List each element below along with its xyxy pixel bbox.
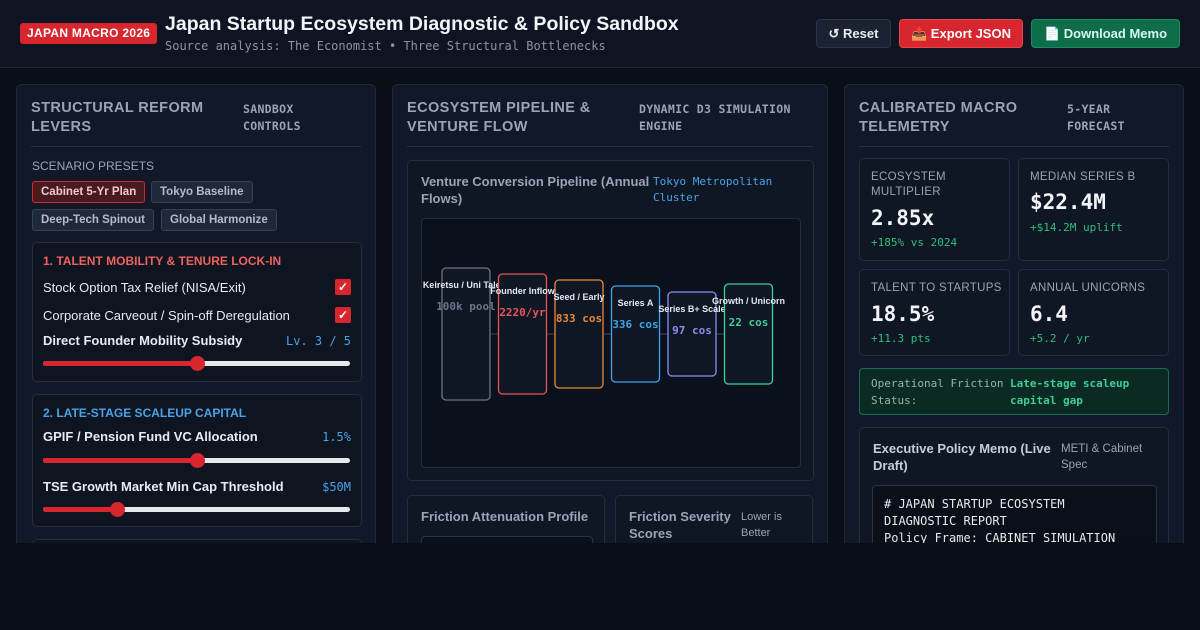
memo-tag: METI & Cabinet Spec (1061, 443, 1143, 471)
pipeline-tag: Tokyo Metropolitan Cluster (653, 175, 773, 204)
presets-label: SCENARIO PRESETS (32, 159, 155, 173)
gpif-label: GPIF / Pension Fund VC Allocation (43, 429, 258, 444)
pipeline-stage-value: 336 cos (612, 318, 658, 331)
metric-label: MEDIAN SERIES B (1030, 171, 1136, 183)
metric-delta: +11.3 pts (871, 332, 931, 345)
metric-value: 18.5% (871, 302, 935, 326)
tse-label: TSE Growth Market Min Cap Threshold (43, 479, 284, 494)
reform-levers-panel: STRUCTURAL REFORM LEVERS SANDBOX CONTROL… (16, 84, 376, 554)
metric-delta: +5.2 / yr (1030, 332, 1090, 345)
panel-tag: SANDBOX CONTROLS (243, 102, 301, 133)
metric-median-series-b: MEDIAN SERIES B $22.4M +$14.2M uplift (1018, 158, 1169, 261)
panel-title: CALIBRATED MACRO TELEMETRY (859, 100, 1018, 135)
pipeline-title: Venture Conversion Pipeline (Annual Flow… (421, 174, 650, 206)
pipeline-stage-value: 833 cos (556, 312, 602, 325)
friction-scores-title: Friction Severity Scores (629, 509, 731, 541)
pipeline-stage-label: Seed / Early (553, 292, 604, 302)
pipeline-stage-value: 97 cos (672, 324, 712, 337)
preset-cabinet-plan[interactable]: Cabinet 5-Yr Plan (32, 181, 146, 203)
option-tax-relief-checkbox[interactable]: ✓ (335, 279, 351, 295)
panel-title: ECOSYSTEM PIPELINE & VENTURE FLOW (407, 100, 591, 135)
metric-talent-to-startups: TALENT TO STARTUPS 18.5% +11.3 pts (859, 269, 1010, 356)
preset-global-harmonize[interactable]: Global Harmonize (161, 209, 277, 231)
region-badge: JAPAN MACRO 2026 (20, 23, 158, 44)
gpif-value: 1.5% (322, 430, 351, 444)
subsidy-slider[interactable] (43, 356, 350, 371)
friction-scores-tag: Lower is Better (741, 511, 782, 539)
panel-header: ECOSYSTEM PIPELINE & VENTURE FLOW DYNAMI… (407, 99, 813, 147)
friction-status-box: Operational Friction Status: Late-stage … (859, 368, 1169, 415)
metric-value: 6.4 (1030, 302, 1068, 326)
metric-delta: +185% vs 2024 (871, 236, 958, 249)
preset-tokyo-baseline[interactable]: Tokyo Baseline (151, 181, 253, 203)
metric-label: TALENT TO STARTUPS (871, 282, 1002, 294)
pipeline-canvas: Keiretsu / Uni Talent 100k pool Founder In… (421, 218, 801, 468)
gpif-slider[interactable] (43, 453, 350, 468)
export-json-button[interactable]: 📤 Export JSON (899, 19, 1023, 48)
scaleup-capital-card: 2. LATE-STAGE SCALEUP CAPITAL GPIF / Pen… (32, 394, 362, 527)
slider-thumb[interactable] (109, 502, 125, 517)
friction-profile-title: Friction Attenuation Profile (421, 509, 589, 524)
subsidy-level: Lv. 3 / 5 (285, 334, 351, 348)
metric-ecosystem-multiplier: ECOSYSTEM MULTIPLIER 2.85x +185% vs 2024 (859, 158, 1010, 261)
pipeline-stage-value: 22 cos (729, 316, 769, 329)
download-memo-button[interactable]: 📄 Download Memo (1031, 19, 1180, 48)
pipeline-stage-value: 2220/yr (499, 306, 546, 319)
panel-tag: 5-YEAR FORECAST (1067, 102, 1125, 133)
talent-mobility-card: 1. TALENT MOBILITY & TENURE LOCK-IN Stoc… (32, 242, 362, 382)
metric-label: ANNUAL UNICORNS (1030, 282, 1146, 294)
metric-annual-unicorns: ANNUAL UNICORNS 6.4 +5.2 / yr (1018, 269, 1169, 356)
pipeline-stage-label: Growth / Unicorn (712, 296, 785, 306)
metric-label: ECOSYSTEM MULTIPLIER (871, 171, 946, 198)
preset-deep-tech-spinout[interactable]: Deep-Tech Spinout (32, 209, 154, 231)
metric-value: 2.85x (871, 206, 935, 230)
app-subtitle: Source analysis: The Economist • Three S… (165, 39, 606, 53)
metric-delta: +$14.2M uplift (1030, 221, 1123, 234)
slider-thumb[interactable] (189, 453, 205, 468)
panel-header: CALIBRATED MACRO TELEMETRY 5-YEAR FORECA… (859, 99, 1169, 147)
memo-title: Executive Policy Memo (Live Draft) (873, 441, 1051, 473)
pipeline-stage-label: Founder Inflow (490, 286, 555, 296)
reset-button[interactable]: ↺ Reset (816, 19, 891, 48)
status-value: Late-stage scaleup capital gap (1010, 377, 1130, 407)
panel-tag: DYNAMIC D3 SIMULATION ENGINE (639, 102, 791, 133)
pipeline-panel: ECOSYSTEM PIPELINE & VENTURE FLOW DYNAMI… (392, 84, 828, 554)
pipeline-svg: Keiretsu / Uni Talent100k poolFounder In… (423, 267, 785, 401)
tse-value: $50M (322, 480, 351, 494)
metric-value: $22.4M (1030, 190, 1106, 214)
pipeline-stage-label: Series A (618, 298, 654, 308)
carveout-checkbox[interactable]: ✓ (335, 307, 351, 323)
slider-thumb[interactable] (189, 356, 205, 371)
policy-memo-card: Executive Policy Memo (Live Draft) METI … (859, 427, 1169, 553)
pipeline-card: Venture Conversion Pipeline (Annual Flow… (407, 160, 814, 481)
app-header: JAPAN MACRO 2026 Japan Startup Ecosystem… (0, 0, 1200, 68)
talent-card-title: 1. TALENT MOBILITY & TENURE LOCK-IN (43, 254, 282, 268)
panel-header: STRUCTURAL REFORM LEVERS SANDBOX CONTROL… (31, 99, 361, 147)
capital-card-title: 2. LATE-STAGE SCALEUP CAPITAL (43, 406, 247, 420)
option-tax-relief-label: Stock Option Tax Relief (NISA/Exit) (43, 280, 246, 295)
carveout-label: Corporate Carveout / Spin-off Deregulati… (43, 308, 290, 323)
pipeline-stage-value: 100k pool (436, 300, 496, 313)
subsidy-label: Direct Founder Mobility Subsidy (43, 333, 243, 348)
app-title: Japan Startup Ecosystem Diagnostic & Pol… (165, 13, 679, 35)
tse-slider[interactable] (43, 502, 350, 517)
panel-title: STRUCTURAL REFORM LEVERS (31, 100, 204, 135)
status-label: Operational Friction Status: (871, 377, 1004, 407)
telemetry-panel: CALIBRATED MACRO TELEMETRY 5-YEAR FORECA… (844, 84, 1184, 554)
viewport-footer (0, 543, 1200, 630)
